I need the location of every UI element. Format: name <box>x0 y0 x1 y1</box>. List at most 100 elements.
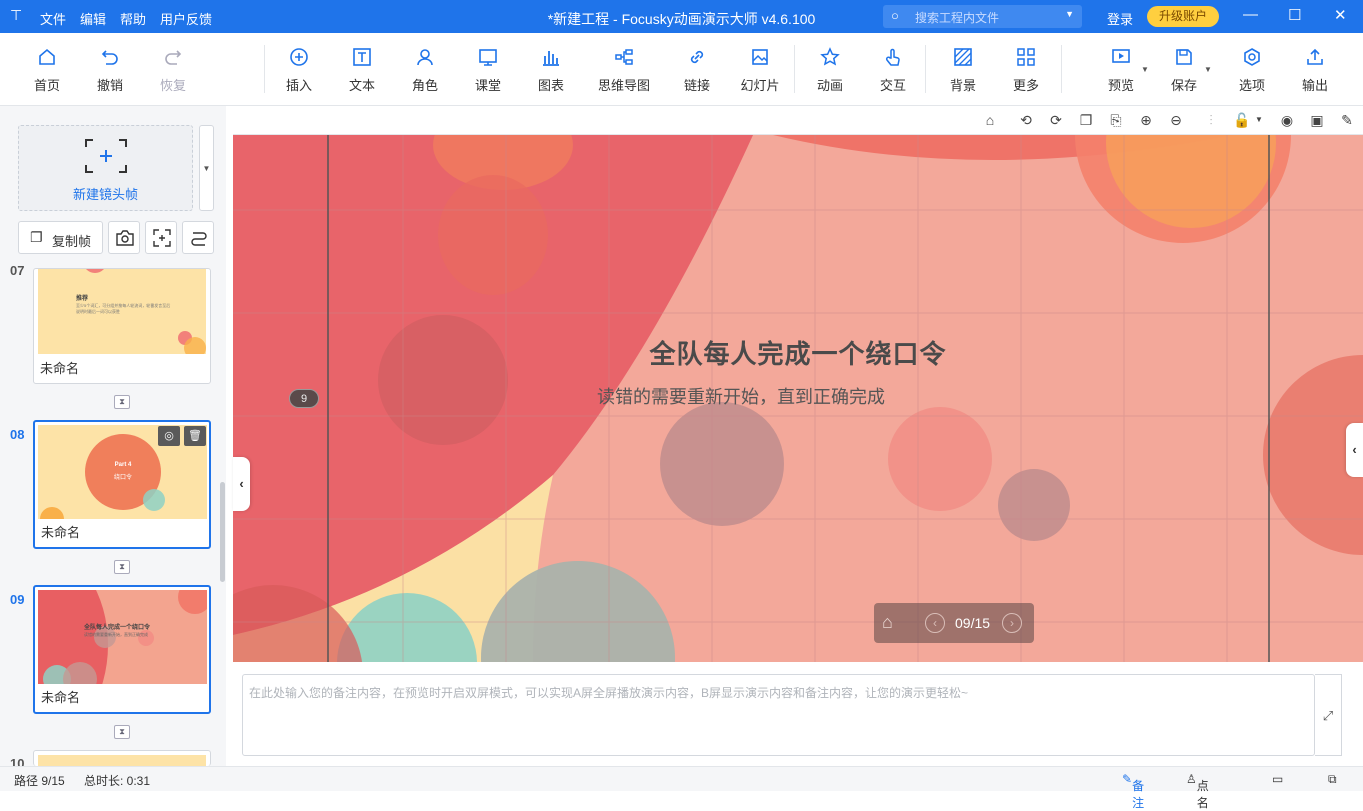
zoom-out-icon[interactable]: ⊖ <box>1168 112 1184 128</box>
upload-icon <box>1287 47 1343 71</box>
export-button[interactable]: 输出 <box>1287 47 1343 94</box>
mindmap-label: 思维导图 <box>597 78 650 93</box>
path-order-button[interactable] <box>182 221 214 254</box>
save-dropdown-icon[interactable]: ▼ <box>1204 65 1212 74</box>
insert-button[interactable]: 插入 <box>271 47 327 94</box>
new-frame-dropdown[interactable]: ▼ <box>199 125 214 211</box>
preview-dropdown-icon[interactable]: ▼ <box>1141 65 1149 74</box>
interact-button[interactable]: 交互 <box>865 47 921 94</box>
expand-icon[interactable]: ⤢ <box>1315 674 1342 756</box>
trash-icon[interactable]: 🗑 <box>184 426 206 446</box>
slide-thumbnail-07[interactable]: 推荐 至少5个词汇，可分组并按每人轮流词，轮番发言至后 说明时最后一词可以获胜 … <box>33 268 211 384</box>
more-button[interactable]: 更多 <box>998 47 1054 94</box>
copy-frame-button[interactable]: ❐ 复制帧 <box>18 221 103 254</box>
login-button[interactable]: 登录 <box>1107 9 1133 28</box>
board-icon <box>460 47 516 71</box>
home-view-icon[interactable]: ⌂ <box>982 112 998 128</box>
frame-plus-icon <box>85 139 127 173</box>
slide-thumbnail-08[interactable]: Part 4 绕口令 ◎ 🗑 未命名 <box>33 420 211 549</box>
rotate-left-icon[interactable]: ⟲ <box>1018 112 1034 128</box>
slide-subtitle[interactable]: 读错的需要重新开始，直到正确完成 <box>233 383 1249 409</box>
notes-toggle[interactable]: ✎ 备注 <box>1122 772 1144 810</box>
background-label: 背景 <box>949 78 976 93</box>
menu-file[interactable]: 文件 <box>40 9 66 28</box>
new-frame-button[interactable]: 新建镜头帧 <box>18 125 193 211</box>
lock-dropdown-icon[interactable]: ▼ <box>1251 112 1267 128</box>
notes-input[interactable]: 在此处输入您的备注内容，在预览时开启双屏模式，可以实现A屏全屏播放演示内容，B屏… <box>242 674 1315 756</box>
link-button[interactable]: 链接 <box>669 47 725 94</box>
redo-label: 恢复 <box>159 78 186 93</box>
background-button[interactable]: 背景 <box>935 47 991 94</box>
mindmap-button[interactable]: 思维导图 <box>590 47 658 94</box>
fit-frame-button[interactable] <box>145 221 177 254</box>
undo-icon <box>82 47 138 71</box>
rollcall-button[interactable]: ♙ 点名 <box>1186 772 1209 810</box>
text-button[interactable]: 文本 <box>334 47 390 94</box>
align-icon[interactable]: ⫶ <box>1203 112 1219 128</box>
slide-name: 未命名 <box>41 690 81 705</box>
slide-thumbnail-10[interactable] <box>33 750 211 766</box>
slide-name: 未命名 <box>41 525 81 540</box>
plus-circle-icon <box>271 47 327 71</box>
scrollbar[interactable] <box>220 482 225 582</box>
interact-label: 交互 <box>879 78 906 93</box>
minimize-icon[interactable]: — <box>1243 6 1258 23</box>
menu-edit[interactable]: 编辑 <box>80 9 106 28</box>
zoom-in-icon[interactable]: ⊕ <box>1138 112 1154 128</box>
pin-icon[interactable]: ⊤ <box>10 7 22 24</box>
mindmap-icon <box>590 47 658 71</box>
close-icon[interactable]: ✕ <box>1334 6 1347 24</box>
thumb-canvas: Part 4 绕口令 <box>38 425 207 519</box>
collapse-right-panel-button[interactable]: ‹ <box>1346 423 1363 477</box>
snapshot-button[interactable] <box>108 221 140 254</box>
options-button[interactable]: 选项 <box>1224 47 1280 94</box>
home-icon[interactable]: ⌂ <box>882 612 893 633</box>
copy-icon[interactable]: ❐ <box>1078 112 1094 128</box>
animation-button[interactable]: 动画 <box>802 47 858 94</box>
frame-settings-icon[interactable]: ◎ <box>158 426 180 446</box>
menu-help[interactable]: 帮助 <box>120 9 146 28</box>
previous-icon[interactable]: ‹ <box>925 613 945 633</box>
collapse-left-panel-button[interactable]: ‹ <box>233 457 250 511</box>
edit-icon[interactable]: ✎ <box>1339 112 1355 128</box>
menu-feedback[interactable]: 用户反馈 <box>160 9 212 28</box>
chevron-down-icon[interactable]: ▼ <box>1065 9 1074 19</box>
menu-bar: 文件 编辑 帮助 用户反馈 <box>40 9 212 28</box>
frame-badge[interactable]: 9 <box>289 389 319 408</box>
thumb-canvas: 全队每人完成一个绕口令 读错的需要重新开始，直到正确完成 <box>38 590 207 684</box>
presentation-stage[interactable]: 全队每人完成一个绕口令 读错的需要重新开始，直到正确完成 9 ⌂ ‹ 09/15… <box>233 135 1363 662</box>
transition-icon[interactable]: ⧗ <box>114 725 130 739</box>
home-button[interactable]: 首页 <box>19 47 75 94</box>
lock-icon[interactable]: 🔓 <box>1233 112 1250 128</box>
link-label: 链接 <box>683 78 710 93</box>
transition-icon[interactable]: ⧗ <box>114 560 130 574</box>
slide-title[interactable]: 全队每人完成一个绕口令 <box>233 334 1363 371</box>
status-bar: 路径 9/15 总时长: 0:31 ✎ 备注 ♙ 点名 ▭ ⧉ <box>0 766 1363 810</box>
more-label: 更多 <box>1012 78 1039 93</box>
paste-icon[interactable]: ⎘ <box>1108 112 1124 128</box>
slides-button[interactable]: 幻灯片 <box>732 47 788 94</box>
next-icon[interactable]: › <box>1002 613 1022 633</box>
copy-icon: ❐ <box>30 229 43 245</box>
classroom-button[interactable]: 课堂 <box>460 47 516 94</box>
gear-icon <box>1224 47 1280 71</box>
fullscreen-icon[interactable]: ⧉ <box>1328 772 1337 787</box>
image-icon <box>732 47 788 71</box>
transition-icon[interactable]: ⧗ <box>114 395 130 409</box>
search-input[interactable]: ○ 搜索工程内文件 ▼ <box>883 5 1082 28</box>
animation-label: 动画 <box>816 78 843 93</box>
slide-thumbnail-09[interactable]: 全队每人完成一个绕口令 读错的需要重新开始，直到正确完成 未命名 <box>33 585 211 714</box>
image-edit-icon[interactable]: ▣ <box>1309 112 1325 128</box>
screen-icon[interactable]: ▭ <box>1272 772 1283 786</box>
rotate-right-icon[interactable]: ⟳ <box>1048 112 1064 128</box>
redo-button[interactable]: 恢复 <box>145 47 201 94</box>
new-frame-label: 新建镜头帧 <box>72 187 138 202</box>
maximize-icon[interactable]: ☐ <box>1288 6 1301 24</box>
hand-pointer-icon <box>865 47 921 71</box>
upgrade-button[interactable]: 升级账户 <box>1147 6 1219 27</box>
role-button[interactable]: 角色 <box>397 47 453 94</box>
screenshot-icon[interactable]: ◉ <box>1279 112 1295 128</box>
chart-button[interactable]: 图表 <box>523 47 579 94</box>
search-icon: ○ <box>891 8 899 23</box>
undo-button[interactable]: 撤销 <box>82 47 138 94</box>
